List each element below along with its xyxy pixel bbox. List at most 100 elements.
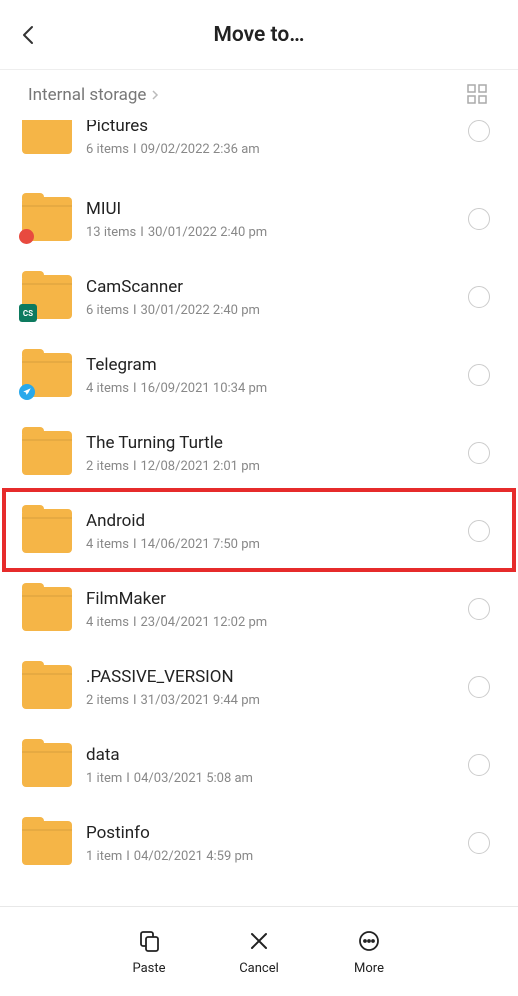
folder-row[interactable]: Postinfo 1 itemI04/02/2021 4:59 pm [0,804,518,882]
close-icon [245,927,273,955]
folder-meta: 6 itemsI30/01/2022 2:40 pm [86,303,458,318]
folder-icon [22,821,72,865]
folder-name: The Turning Turtle [86,433,458,453]
folder-row[interactable]: CS CamScanner 6 itemsI30/01/2022 2:40 pm [0,258,518,336]
folder-icon [22,431,72,475]
breadcrumb[interactable]: Internal storage [28,85,146,105]
folder-date: 12/08/2021 2:01 pm [141,459,260,474]
folder-name: CamScanner [86,277,458,297]
folder-name: Pictures [86,120,458,136]
folder-date: 30/01/2022 2:40 pm [141,303,260,318]
folder-icon: CS [22,275,72,319]
folder-date: 30/01/2022 2:40 pm [148,225,267,240]
cancel-button[interactable]: Cancel [224,927,294,976]
chevron-right-icon [150,86,160,105]
select-radio[interactable] [468,364,490,386]
folder-row[interactable]: .PASSIVE_VERSION 2 itemsI31/03/2021 9:44 … [0,648,518,726]
folder-items-count: 1 item [86,771,122,786]
grid-view-toggle[interactable] [466,83,490,107]
more-button[interactable]: More [334,927,404,976]
folder-row[interactable]: FilmMaker4 itemsI23/04/2021 12:02 pm [0,570,518,648]
folder-list: Pictures 6 itemsI09/02/2022 2:36 am MIUI 13… [0,120,518,896]
select-radio[interactable] [468,832,490,854]
folder-name: data [86,745,458,765]
folder-date: 23/04/2021 12:02 pm [141,615,268,630]
folder-info: .PASSIVE_VERSION 2 itemsI31/03/2021 9:44 … [86,667,458,708]
folder-info: FilmMaker4 itemsI23/04/2021 12:02 pm [86,589,458,630]
folder-row[interactable]: MIUI 13 itemsI30/01/2022 2:40 pm [0,180,518,258]
folder-row[interactable]: Android 4 itemsI14/06/2021 7:50 pm [0,492,518,570]
select-radio[interactable] [468,120,490,142]
folder-items-count: 6 items [86,142,129,157]
folder-info: Pictures 6 itemsI09/02/2022 2:36 am [86,120,458,157]
telegram-badge-icon [19,384,35,400]
paste-button[interactable]: Paste [114,927,184,976]
select-radio[interactable] [468,754,490,776]
folder-info: Postinfo 1 itemI04/02/2021 4:59 pm [86,823,458,864]
chevron-left-icon [20,23,36,47]
folder-name: Android [86,511,458,531]
select-radio[interactable] [468,520,490,542]
folder-icon [22,120,72,154]
folder-icon [22,743,72,787]
folder-date: 09/02/2022 2:36 am [141,142,260,157]
folder-meta: 1 itemI04/02/2021 4:59 pm [86,849,458,864]
folder-meta: 4 itemsI14/06/2021 7:50 pm [86,537,458,552]
folder-date: 14/06/2021 7:50 pm [141,537,260,552]
folder-info: MIUI 13 itemsI30/01/2022 2:40 pm [86,199,458,240]
folder-meta: 6 itemsI09/02/2022 2:36 am [86,142,458,157]
folder-meta: 13 itemsI30/01/2022 2:40 pm [86,225,458,240]
folder-row[interactable]: Telegram 4 itemsI16/09/2021 10:34 pm [0,336,518,414]
folder-items-count: 4 items [86,537,129,552]
folder-name: MIUI [86,199,458,219]
folder-items-count: 13 items [86,225,136,240]
folder-meta: 4 itemsI16/09/2021 10:34 pm [86,381,458,396]
bottom-bar: Paste Cancel More [0,906,518,996]
more-label: More [354,961,384,976]
select-radio[interactable] [468,208,490,230]
folder-info: data 1 itemI04/03/2021 5:08 am [86,745,458,786]
back-button[interactable] [20,15,60,55]
folder-icon [22,587,72,631]
paste-icon [135,927,163,955]
folder-row[interactable]: Pictures 6 itemsI09/02/2022 2:36 am [0,120,518,180]
folder-row[interactable]: The Turning Turtle 2 itemsI12/08/2021 2:0… [0,414,518,492]
grid-icon [466,83,488,105]
breadcrumb-bar: Internal storage [0,70,518,120]
folder-icon [22,353,72,397]
folder-date: 31/03/2021 9:44 pm [141,693,260,708]
folder-items-count: 2 items [86,693,129,708]
folder-date: 04/03/2021 5:08 am [134,771,253,786]
more-icon [355,927,383,955]
camscanner-badge-icon: CS [19,304,37,322]
paste-label: Paste [132,961,165,976]
folder-meta: 2 itemsI31/03/2021 9:44 pm [86,693,458,708]
select-radio[interactable] [468,598,490,620]
select-radio[interactable] [468,676,490,698]
folder-meta: 1 itemI04/03/2021 5:08 am [86,771,458,786]
folder-items-count: 6 items [86,303,129,318]
folder-info: CamScanner 6 itemsI30/01/2022 2:40 pm [86,277,458,318]
folder-date: 16/09/2021 10:34 pm [141,381,268,396]
folder-items-count: 4 items [86,615,129,630]
folder-meta: 4 itemsI23/04/2021 12:02 pm [86,615,458,630]
folder-items-count: 2 items [86,459,129,474]
folder-info: The Turning Turtle 2 itemsI12/08/2021 2:0… [86,433,458,474]
folder-icon [22,197,72,241]
folder-meta: 2 itemsI12/08/2021 2:01 pm [86,459,458,474]
select-radio[interactable] [468,442,490,464]
folder-date: 04/02/2021 4:59 pm [134,849,253,864]
folder-name: Telegram [86,355,458,375]
folder-row[interactable]: data 1 itemI04/03/2021 5:08 am [0,726,518,804]
cancel-label: Cancel [239,961,279,976]
folder-info: Android 4 itemsI14/06/2021 7:50 pm [86,511,458,552]
miui-badge-icon [19,229,34,244]
folder-name: .PASSIVE_VERSION [86,667,458,687]
folder-items-count: 1 item [86,849,122,864]
folder-icon [22,665,72,709]
folder-info: Telegram 4 itemsI16/09/2021 10:34 pm [86,355,458,396]
select-radio[interactable] [468,286,490,308]
folder-name: Postinfo [86,823,458,843]
folder-icon [22,509,72,553]
header: Move to… [0,0,518,70]
